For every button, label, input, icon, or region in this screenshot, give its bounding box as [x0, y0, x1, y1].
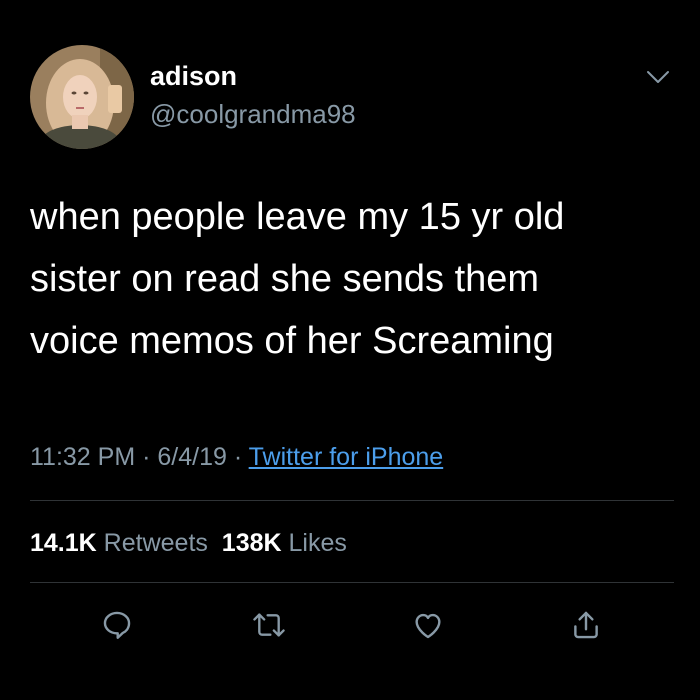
retweet-icon: [253, 613, 285, 637]
share-button[interactable]: [561, 600, 611, 650]
retweets-count: 14.1K: [30, 529, 97, 557]
author-display-name[interactable]: adison: [150, 58, 237, 94]
likes-label: Likes: [288, 529, 347, 557]
tweet-source-link[interactable]: Twitter for iPhone: [249, 443, 444, 471]
share-icon: [574, 611, 598, 639]
tweet-date[interactable]: 6/4/19: [157, 443, 227, 471]
tweet-text-line: when people leave my 15 yr old: [30, 196, 565, 238]
tweet-meta: 11:32 PM · 6/4/19 · Twitter for iPhone: [30, 438, 443, 476]
action-bar: [0, 600, 700, 650]
meta-separator: ·: [135, 443, 158, 471]
avatar-photo: [30, 45, 134, 149]
divider: [30, 500, 674, 501]
reply-icon: [103, 611, 131, 639]
likes-count: 138K: [221, 529, 282, 557]
reply-button[interactable]: [92, 600, 142, 650]
retweets-stat[interactable]: 14.1K Retweets: [30, 529, 208, 557]
like-button[interactable]: [403, 600, 453, 650]
tweet-text: when people leave my 15 yr old sister on…: [30, 186, 670, 372]
retweet-button[interactable]: [244, 600, 294, 650]
author-handle[interactable]: @coolgrandma98: [150, 96, 356, 132]
retweets-label: Retweets: [103, 529, 208, 557]
tweet-stats: 14.1K Retweets 138K Likes: [30, 524, 347, 562]
likes-stat[interactable]: 138K Likes: [222, 529, 347, 557]
meta-separator: ·: [226, 443, 249, 471]
heart-icon: [415, 613, 441, 639]
tweet-time[interactable]: 11:32 PM: [30, 443, 135, 471]
divider: [30, 582, 674, 583]
avatar[interactable]: [30, 45, 134, 149]
chevron-down-icon[interactable]: [645, 67, 671, 87]
tweet-text-line: voice memos of her Screaming: [30, 320, 554, 362]
tweet-text-line: sister on read she sends them: [30, 258, 540, 300]
